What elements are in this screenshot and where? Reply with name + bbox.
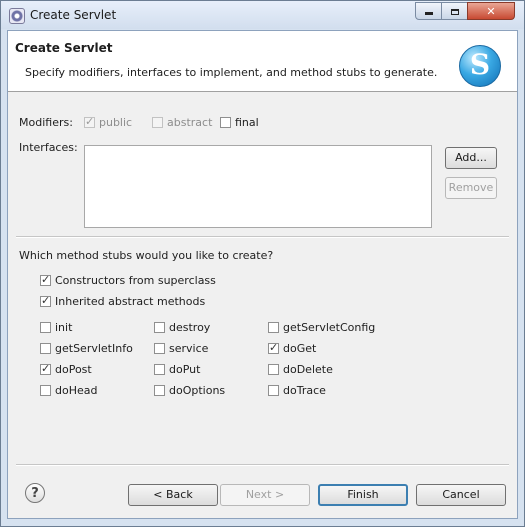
getservletinfo-checkbox[interactable] bbox=[40, 343, 51, 354]
modifiers-label: Modifiers: bbox=[19, 116, 73, 129]
next-button[interactable]: Next > bbox=[220, 484, 310, 506]
constructors-label: Constructors from superclass bbox=[55, 274, 216, 287]
footer-separator bbox=[16, 464, 509, 466]
eclipse-app-icon bbox=[9, 8, 25, 24]
dodelete-checkbox[interactable] bbox=[268, 364, 279, 375]
dohead-label: doHead bbox=[55, 384, 98, 397]
getservletconfig-label: getServletConfig bbox=[283, 321, 376, 334]
minimize-button[interactable] bbox=[415, 2, 442, 20]
dodelete-label: doDelete bbox=[283, 363, 333, 376]
final-label: final bbox=[235, 116, 259, 129]
interfaces-label: Interfaces: bbox=[19, 141, 78, 154]
banner-title: Create Servlet bbox=[15, 41, 113, 55]
dopost-label: doPost bbox=[55, 363, 92, 376]
public-checkbox[interactable] bbox=[84, 115, 95, 128]
help-icon[interactable]: ? bbox=[25, 483, 45, 503]
method-stubs-question: Which method stubs would you like to cre… bbox=[19, 249, 274, 262]
doput-checkbox[interactable] bbox=[154, 364, 165, 375]
init-label: init bbox=[55, 321, 73, 334]
doget-label: doGet bbox=[283, 342, 317, 355]
dooptions-label: doOptions bbox=[169, 384, 226, 397]
remove-interface-button[interactable]: Remove bbox=[445, 177, 497, 199]
close-button[interactable]: ✕ bbox=[467, 2, 515, 20]
window-title: Create Servlet bbox=[30, 8, 117, 22]
interfaces-list[interactable] bbox=[84, 145, 432, 228]
getservletconfig-checkbox[interactable] bbox=[268, 322, 279, 333]
back-button[interactable]: < Back bbox=[128, 484, 218, 506]
doget-checkbox[interactable] bbox=[268, 341, 279, 354]
getservletinfo-label: getServletInfo bbox=[55, 342, 133, 355]
dotrace-checkbox[interactable] bbox=[268, 385, 279, 396]
constructors-checkbox[interactable] bbox=[40, 273, 51, 286]
dooptions-checkbox[interactable] bbox=[154, 385, 165, 396]
dialog-body: Create Servlet Specify modifiers, interf… bbox=[7, 30, 518, 519]
inherited-methods-checkbox[interactable] bbox=[40, 294, 51, 307]
create-servlet-dialog: Create Servlet ✕ Create Servlet Specify … bbox=[0, 0, 525, 527]
destroy-checkbox[interactable] bbox=[154, 322, 165, 333]
abstract-label: abstract bbox=[167, 116, 213, 129]
maximize-button[interactable] bbox=[441, 2, 468, 20]
dopost-checkbox[interactable] bbox=[40, 362, 51, 375]
dotrace-label: doTrace bbox=[283, 384, 326, 397]
final-checkbox[interactable] bbox=[220, 117, 231, 128]
dohead-checkbox[interactable] bbox=[40, 385, 51, 396]
separator bbox=[16, 236, 509, 238]
service-label: service bbox=[169, 342, 209, 355]
close-icon: ✕ bbox=[486, 5, 496, 18]
maximize-icon bbox=[450, 9, 459, 15]
finish-button[interactable]: Finish bbox=[318, 484, 408, 506]
cancel-button[interactable]: Cancel bbox=[416, 484, 506, 506]
abstract-checkbox[interactable] bbox=[152, 117, 163, 128]
minimize-icon bbox=[424, 12, 433, 15]
inherited-methods-label: Inherited abstract methods bbox=[55, 295, 206, 308]
title-bar[interactable]: Create Servlet ✕ bbox=[1, 1, 524, 29]
service-checkbox[interactable] bbox=[154, 343, 165, 354]
servlet-logo-icon: S bbox=[459, 45, 501, 87]
add-interface-button[interactable]: Add... bbox=[445, 147, 497, 169]
doput-label: doPut bbox=[169, 363, 201, 376]
banner-description: Specify modifiers, interfaces to impleme… bbox=[25, 66, 438, 79]
destroy-label: destroy bbox=[169, 321, 211, 334]
wizard-banner: Create Servlet Specify modifiers, interf… bbox=[8, 31, 517, 92]
init-checkbox[interactable] bbox=[40, 322, 51, 333]
public-label: public bbox=[99, 116, 133, 129]
